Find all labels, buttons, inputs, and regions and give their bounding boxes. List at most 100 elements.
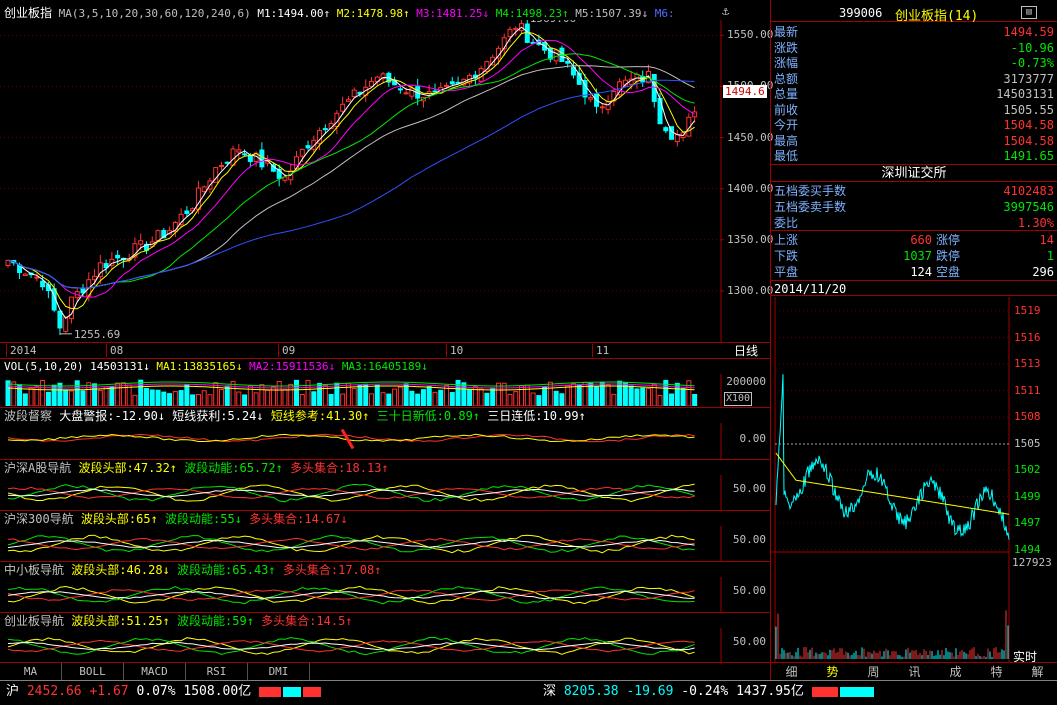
nav-name: 中小板导航 xyxy=(4,563,65,577)
volume-bar xyxy=(311,391,317,406)
flat-label: 平盘 xyxy=(774,265,799,279)
vol-value: 14503131 xyxy=(90,360,144,373)
candle xyxy=(588,97,594,100)
nav-name: 沪深300导航 xyxy=(4,512,74,526)
volume-bar xyxy=(109,386,115,406)
candle xyxy=(444,84,450,87)
tab-rsi[interactable]: RSI xyxy=(186,663,248,681)
sz-amount: 1437.95亿 xyxy=(736,684,804,699)
tab-ma[interactable]: MA xyxy=(0,663,62,681)
volume-bar xyxy=(126,384,132,406)
nav-panel-3[interactable]: 中小板导航 波段头部:46.28↓ 波段动能:65.43↑ 多头集合:17.08… xyxy=(0,561,770,613)
volume-bar xyxy=(680,387,686,406)
kline-chart[interactable]: 1569.06 1255.69 xyxy=(0,20,770,342)
kline-y-tick: 1450.00 xyxy=(727,130,774,144)
nav-name: 沪深A股导航 xyxy=(4,461,72,475)
sz-market[interactable]: 深 8205.38 -19.69 -0.24% 1437.95亿 xyxy=(543,681,874,703)
intraday-tab-5[interactable]: 成 xyxy=(935,663,976,681)
nav-panel-1[interactable]: 沪深A股导航 波段头部:47.32↑ 波段动能:65.72↑ 多头集合:18.1… xyxy=(0,459,770,511)
volume-chart[interactable] xyxy=(0,374,722,406)
volume-bar xyxy=(605,384,611,406)
candle xyxy=(242,153,248,156)
quote-value: 1505.55 xyxy=(1003,102,1054,117)
candle xyxy=(22,273,28,277)
sh-market[interactable]: 沪 2452.66 +1.67 0.07% 1508.00亿 xyxy=(6,681,322,703)
indicator1-name: 波段督察 xyxy=(4,409,53,423)
volume-bar xyxy=(669,393,675,406)
volume-bar xyxy=(213,382,219,406)
quote-value: 14503131 xyxy=(996,87,1054,101)
volume-panel[interactable]: VOL(5,10,20) 14503131↓ MA1:13835165↓ MA2… xyxy=(0,358,770,407)
indicator1-item-4: 三十日新低:0.89↑ xyxy=(369,409,481,423)
candle xyxy=(322,128,328,131)
intraday-tab-4[interactable]: 讯 xyxy=(894,663,935,681)
ma-value-3: M3:1481.25↓ xyxy=(409,7,490,20)
volume-bar xyxy=(392,388,398,406)
kline-panel[interactable]: 创业板指 MA(3,5,10,20,30,60,120,240,6) M1:14… xyxy=(0,0,774,359)
nav-panel-2[interactable]: 沪深300导航 波段头部:65↑ 波段动能:55↓ 多头集合:14.67↓ 50.… xyxy=(0,510,770,562)
nav-head: 波段头部:47.32↑ xyxy=(71,461,178,475)
vol-params: VOL(5,10,20) xyxy=(4,360,84,373)
settings-icon[interactable]: ⚓ xyxy=(722,4,729,18)
depth-value: 1.30% xyxy=(1017,216,1054,230)
candle xyxy=(449,81,455,85)
breadth-down-row: 下跌 1037 跌停 1 xyxy=(774,248,1056,264)
volume-bar xyxy=(218,389,224,406)
ma-value-6: M6: xyxy=(648,7,675,20)
volume-bar xyxy=(634,388,640,406)
quote-key: 今开 xyxy=(774,118,799,132)
nav-chart[interactable] xyxy=(0,526,722,562)
volume-bar xyxy=(201,390,207,406)
sh-change: +1.67 xyxy=(89,684,129,699)
sz-pct: -0.24% xyxy=(681,684,729,699)
ma-line xyxy=(7,39,695,298)
indicator-band-watch[interactable]: 波段督察 大盘警报:-12.90↓ 短线获利:5.24↓ 短线参考:41.30↑… xyxy=(0,407,770,459)
nav-chart[interactable] xyxy=(0,577,722,613)
vol-y-tick: 200000 xyxy=(726,375,766,388)
tab-boll[interactable]: BOLL xyxy=(62,663,124,681)
volume-bar xyxy=(397,386,403,406)
intraday-chart[interactable] xyxy=(771,297,1057,662)
volume-bar xyxy=(565,385,571,406)
quote-key: 前收 xyxy=(774,102,799,117)
nav-header: 沪深300导航 波段头部:65↑ 波段动能:55↓ 多头集合:14.67↓ xyxy=(4,512,348,526)
period-label[interactable]: 日线 xyxy=(734,342,758,359)
intraday-tab-1[interactable]: 细 xyxy=(771,663,812,681)
candle xyxy=(259,149,265,168)
nav-chart[interactable] xyxy=(0,475,722,511)
volume-bar xyxy=(345,382,351,406)
nav-head: 波段头部:46.28↓ xyxy=(64,563,170,577)
ma-values: M1:1494.00↑ M2:1478.98↑ M3:1481.25↓ M4:1… xyxy=(257,7,674,20)
candle xyxy=(605,101,611,111)
volume-bar xyxy=(542,386,548,406)
depth-row: 委比 1.30% xyxy=(774,215,1056,231)
vol-arrow: ↓ xyxy=(143,360,150,373)
volume-bar xyxy=(501,382,507,406)
intraday-tab-2[interactable]: 势 xyxy=(812,663,853,681)
nav-chart[interactable] xyxy=(0,628,722,664)
intraday-tab-6[interactable]: 特 xyxy=(976,663,1017,681)
nav-bull: 多头集合:14.67↓ xyxy=(241,512,348,526)
breadth-up-row: 上涨 660 涨停 14 xyxy=(774,232,1056,248)
volume-bar xyxy=(692,393,698,406)
nav-head: 波段头部:65↑ xyxy=(73,512,158,526)
volume-bar xyxy=(132,394,138,406)
volume-bar xyxy=(299,393,305,406)
volume-bar xyxy=(242,394,248,406)
indicator1-item-2: 短线获利:5.24↓ xyxy=(165,409,264,423)
tab-dmi[interactable]: DMI xyxy=(248,663,310,681)
quote-menu-icon[interactable]: ▤ xyxy=(1021,6,1037,19)
volume-bar xyxy=(432,391,438,406)
high-label: 1569.06 xyxy=(530,20,576,25)
vol-ma2: MA2:15911536 xyxy=(249,360,329,373)
ma-value-5: M5:1507.39↓ xyxy=(568,7,649,20)
nav-panel-4[interactable]: 创业板导航 波段头部:51.25↑ 波段动能:59↑ 多头集合:14.5↑ 50.… xyxy=(0,612,770,664)
ma-value-1: M1:1494.00↑ xyxy=(257,7,331,20)
nav-momentum: 波段动能:65.72↑ xyxy=(177,461,283,475)
volume-bar xyxy=(495,382,501,406)
intraday-tab-7[interactable]: 解 xyxy=(1017,663,1057,681)
ma-line xyxy=(7,31,695,310)
tab-macd[interactable]: MACD xyxy=(124,663,186,681)
indicator1-chart[interactable] xyxy=(0,423,722,459)
intraday-tab-3[interactable]: 周 xyxy=(853,663,894,681)
